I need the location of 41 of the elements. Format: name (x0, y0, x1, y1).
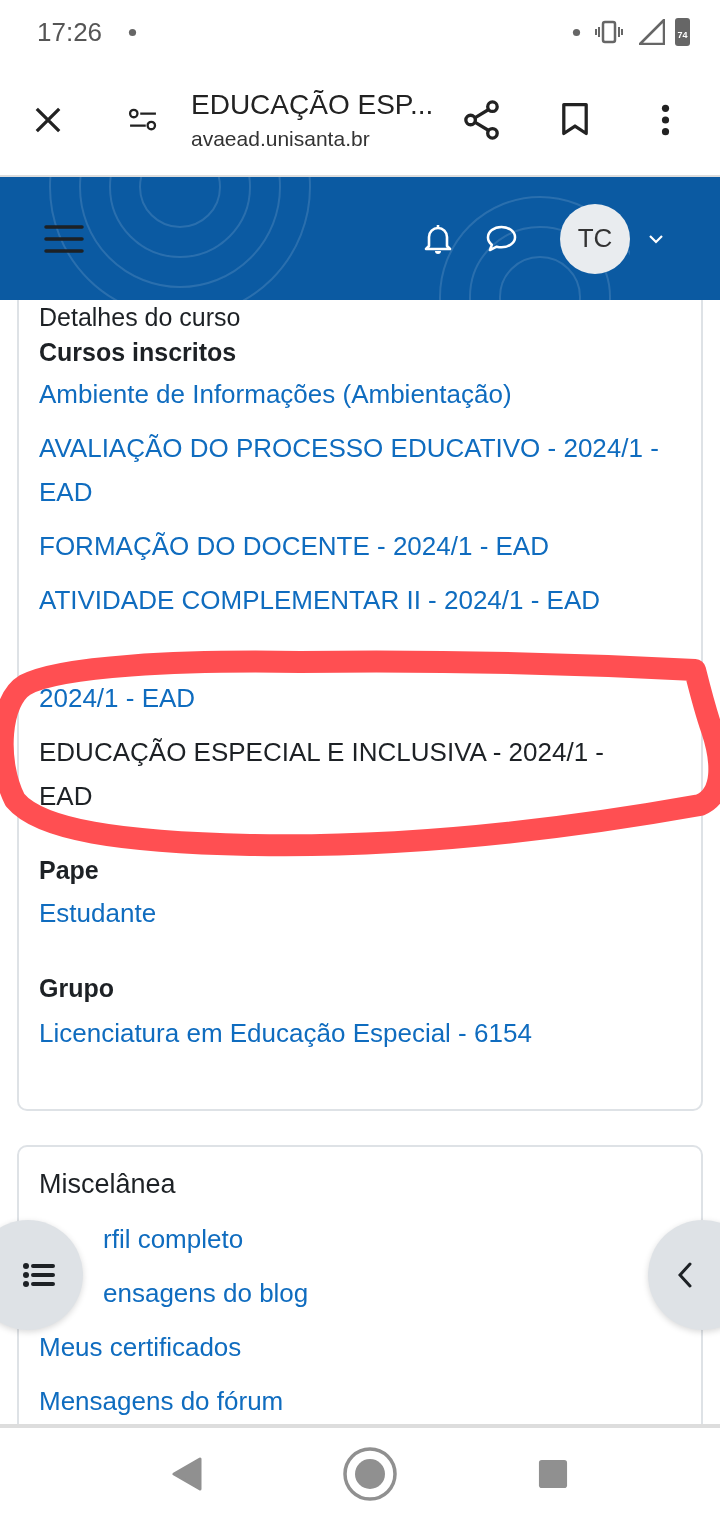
course-index-button[interactable] (0, 1220, 83, 1330)
more-options-icon[interactable] (661, 102, 670, 137)
page-url: avaead.unisanta.br (191, 126, 371, 151)
menu-icon[interactable] (44, 223, 84, 254)
profile-link[interactable]: Meus certificados (39, 1325, 242, 1369)
course-name: EDUCAÇÃO ESPECIAL E INCLUSIVA - 2024/1 - EAD (39, 736, 605, 813)
caret-icon[interactable] (648, 233, 664, 244)
course-link[interactable]: ATIVIDADE COMPLEMENTAR II - 2024/1 - EAD (39, 578, 601, 622)
list-icon (23, 1262, 55, 1288)
page-title: EDUCAÇÃO ESP... (191, 88, 435, 121)
recent-apps-icon[interactable] (538, 1459, 568, 1489)
bookmark-icon[interactable] (561, 102, 589, 137)
course-link[interactable]: FORMAÇÃO DO DOCENTE - 2024/1 - EAD (39, 524, 549, 568)
section-heading: Miscelânea (39, 1169, 176, 1200)
notification-bell-icon[interactable] (423, 222, 453, 255)
signal-icon (639, 19, 665, 45)
notification-dot-icon (128, 27, 138, 37)
section-heading: Cursos inscritos (39, 338, 237, 367)
status-dot-icon (572, 27, 581, 37)
message-bubble-icon[interactable] (485, 224, 518, 253)
vibrate-icon (595, 20, 623, 44)
status-time: 17:26 (37, 16, 103, 48)
profile-link[interactable]: Mensagens do fórum (39, 1379, 284, 1423)
section-heading: Detalhes do curso (39, 302, 241, 332)
profile-link[interactable]: ensagens do blog (103, 1271, 309, 1315)
section-heading: Grupo (39, 974, 114, 1003)
section-heading: Pape (39, 856, 99, 885)
user-avatar[interactable]: TC (560, 203, 630, 274)
battery-icon: 74 (675, 18, 690, 46)
role-link[interactable]: Estudante (39, 891, 157, 935)
course-link[interactable]: AVALIAÇÃO DO PROCESSO EDUCATIVO - 2024/1 - EAD (39, 426, 663, 514)
close-icon[interactable] (34, 105, 62, 134)
share-icon[interactable] (463, 99, 501, 140)
home-icon[interactable] (342, 1446, 398, 1502)
back-icon[interactable] (172, 1457, 202, 1491)
course-link[interactable]: Ambiente de Informações (Ambientação) (39, 372, 512, 416)
group-link[interactable]: Licenciatura em Educação Especial - 6154 (39, 1011, 532, 1055)
course-link[interactable]: 2024/1 - EAD (39, 676, 196, 720)
site-settings-icon[interactable] (128, 107, 158, 132)
chevron-left-icon (678, 1262, 692, 1288)
profile-link[interactable]: rfil completo (103, 1217, 244, 1261)
